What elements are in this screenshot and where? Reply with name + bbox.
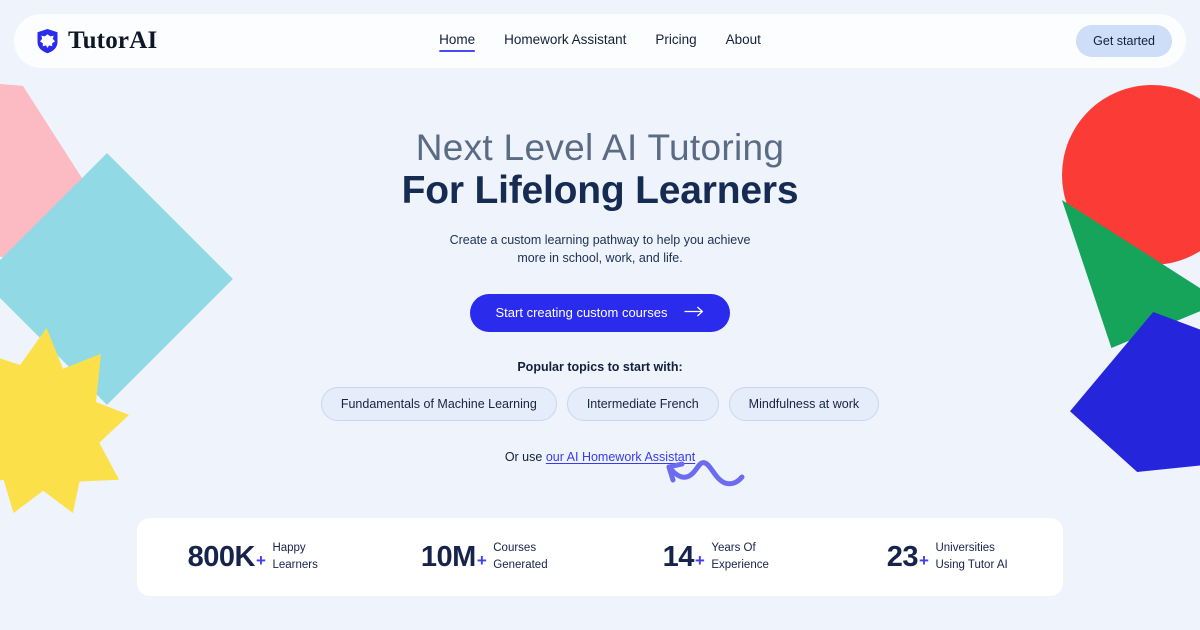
nav-item-homework-assistant[interactable]: Homework Assistant	[504, 32, 626, 50]
stat-value: 14 +	[662, 540, 705, 573]
topic-pill-machine-learning[interactable]: Fundamentals of Machine Learning	[320, 386, 557, 421]
hero-headline-line2: For Lifelong Learners	[401, 168, 799, 212]
get-started-button[interactable]: Get started	[1076, 25, 1172, 57]
stat-label: Universities Using Tutor AI	[935, 542, 1008, 571]
nav-item-pricing[interactable]: Pricing	[655, 32, 696, 50]
nav-item-home[interactable]: Home	[439, 32, 476, 52]
stat-years-of-experience: 14 + Years Of Experience	[600, 540, 832, 573]
popular-topics-list: Fundamentals of Machine Learning Interme…	[320, 386, 880, 421]
popular-topics-label: Popular topics to start with:	[517, 359, 683, 374]
hero-headline-line1: Next Level AI Tutoring	[415, 127, 785, 168]
stat-happy-learners: 800K + Happy Learners	[137, 540, 369, 573]
stat-label: Courses Generated	[493, 542, 548, 571]
stat-value: 800K +	[187, 540, 266, 573]
stat-plus: +	[476, 550, 487, 570]
stat-plus: +	[919, 550, 929, 570]
hero-subtitle: Create a custom learning pathway to help…	[449, 232, 751, 266]
hero-section: Next Level AI Tutoring For Lifelong Lear…	[0, 128, 1200, 464]
stat-value: 10M +	[420, 540, 487, 573]
stat-plus: +	[256, 550, 266, 570]
stat-label: Years Of Experience	[711, 542, 769, 571]
site-header: TutorAI Home Homework Assistant Pricing …	[14, 14, 1186, 68]
shield-graduation-icon	[36, 28, 59, 54]
topic-pill-intermediate-french[interactable]: Intermediate French	[566, 386, 719, 421]
cta-label: Start creating custom courses	[495, 305, 668, 321]
stat-plus: +	[694, 550, 705, 570]
topic-pill-mindfulness-at-work[interactable]: Mindfulness at work	[728, 386, 880, 421]
stat-courses-generated: 10M + Courses Generated	[369, 540, 601, 573]
main-navigation: Home Homework Assistant Pricing About	[439, 32, 761, 52]
hand-drawn-arrow-icon	[663, 447, 745, 498]
stat-value: 23 +	[886, 540, 929, 573]
or-use-prefix: Or use	[504, 449, 546, 464]
nav-item-about[interactable]: About	[726, 32, 761, 50]
brand-name: TutorAI	[68, 27, 158, 54]
stat-label: Happy Learners	[272, 542, 318, 571]
stat-universities: 23 + Universities Using Tutor AI	[832, 540, 1064, 573]
brand-logo[interactable]: TutorAI	[36, 27, 157, 55]
stats-card: 800K + Happy Learners 10M + Courses Genera…	[137, 518, 1063, 596]
start-creating-courses-button[interactable]: Start creating custom courses	[469, 293, 731, 332]
arrow-right-icon	[684, 305, 704, 320]
